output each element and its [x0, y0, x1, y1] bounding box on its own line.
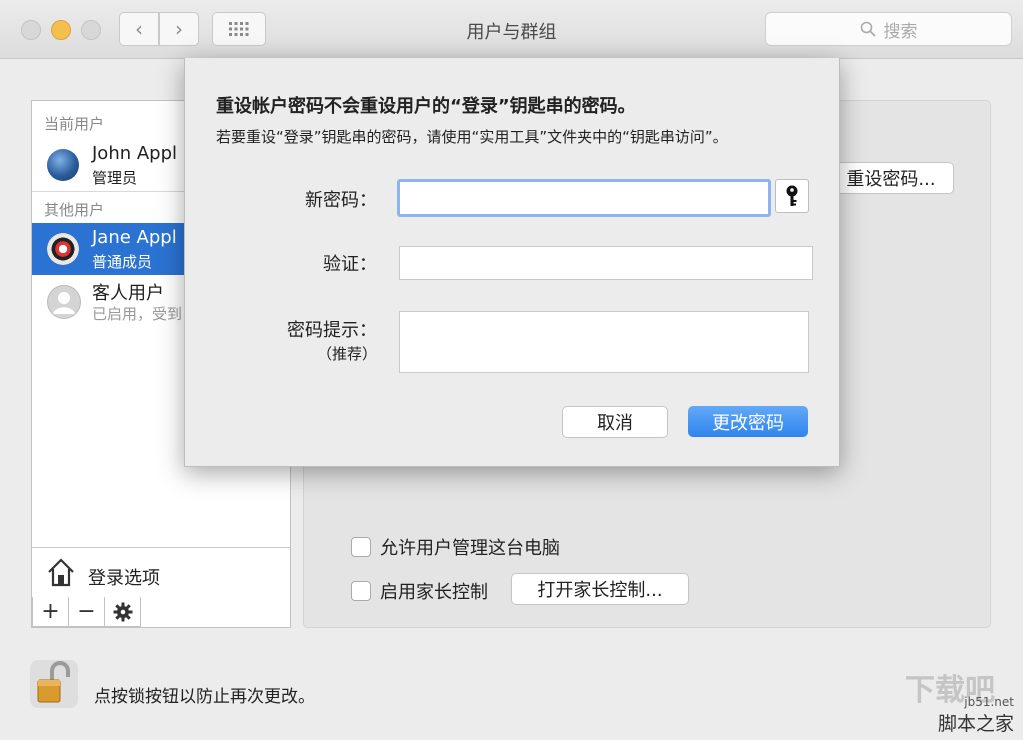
change-password-button[interactable]: 更改密码 — [688, 406, 808, 437]
watermark-url: jb51.net — [964, 695, 1014, 709]
avatar — [47, 285, 81, 319]
remove-user-button[interactable]: − — [68, 597, 105, 627]
house-icon — [48, 558, 74, 587]
login-options-item[interactable]: 登录选项 — [32, 547, 290, 598]
search-icon — [860, 21, 876, 37]
watermark-site-name: 脚本之家 — [937, 713, 1014, 735]
parental-controls-checkbox[interactable] — [351, 581, 371, 601]
avatar — [47, 149, 79, 181]
reset-password-sheet: 重设帐户密码不会重设用户的“登录”钥匙串的密码。 若要重设“登录”钥匙串的密码，… — [184, 58, 840, 467]
password-hint-sublabel: （推荐） — [316, 345, 377, 363]
avatar — [47, 233, 79, 265]
search-placeholder: 搜索 — [883, 21, 918, 42]
allow-admin-label: 允许用户管理这台电脑 — [380, 538, 560, 559]
password-hint-field[interactable] — [399, 311, 809, 373]
gear-icon — [113, 602, 132, 621]
verify-field[interactable] — [399, 246, 813, 280]
allow-admin-checkbox[interactable] — [351, 537, 371, 557]
key-icon — [786, 185, 798, 206]
new-password-label: 新密码： — [305, 190, 377, 211]
password-hint-label: 密码提示： — [287, 320, 377, 341]
add-user-button[interactable]: + — [32, 597, 69, 627]
user-role: 已启用，受到 — [92, 305, 183, 323]
new-password-field[interactable] — [397, 179, 771, 217]
action-menu-button[interactable] — [104, 597, 141, 627]
parental-controls-row: 启用家长控制 — [351, 578, 488, 604]
watermark: 下载吧 jb51.net 脚本之家 — [905, 665, 1020, 735]
login-options-label: 登录选项 — [88, 568, 160, 589]
sheet-subtitle: 若要重设“登录”钥匙串的密码，请使用“实用工具”文件夹中的“钥匙串访问”。 — [216, 128, 728, 146]
verify-label: 验证： — [323, 254, 377, 275]
user-name: Jane Appl — [92, 227, 177, 248]
user-name: John Appl — [92, 143, 178, 164]
reset-password-button[interactable]: 重设密码... — [828, 162, 954, 194]
user-name: 客人用户 — [92, 283, 164, 304]
list-toolbar: + − — [32, 597, 141, 627]
user-role: 管理员 — [92, 169, 138, 187]
allow-admin-row: 允许用户管理这台电脑 — [351, 534, 560, 560]
other-users-header: 其他用户 — [44, 201, 105, 219]
lock-button[interactable] — [30, 660, 78, 708]
unlocked-padlock-icon — [37, 661, 70, 703]
sheet-title: 重设帐户密码不会重设用户的“登录”钥匙串的密码。 — [216, 96, 636, 117]
person-icon — [53, 292, 75, 314]
current-users-header: 当前用户 — [44, 115, 105, 133]
lock-hint-text: 点按锁按钮以防止再次更改。 — [94, 687, 315, 707]
user-role: 普通成员 — [92, 253, 153, 271]
search-field[interactable]: 搜索 — [765, 12, 1012, 46]
cancel-button[interactable]: 取消 — [562, 406, 668, 438]
title-bar: ‹ › 用户与群组 搜索 — [0, 0, 1023, 59]
parental-controls-label: 启用家长控制 — [380, 582, 488, 603]
open-parental-controls-button[interactable]: 打开家长控制... — [511, 573, 689, 605]
password-assistant-button[interactable] — [775, 179, 809, 213]
